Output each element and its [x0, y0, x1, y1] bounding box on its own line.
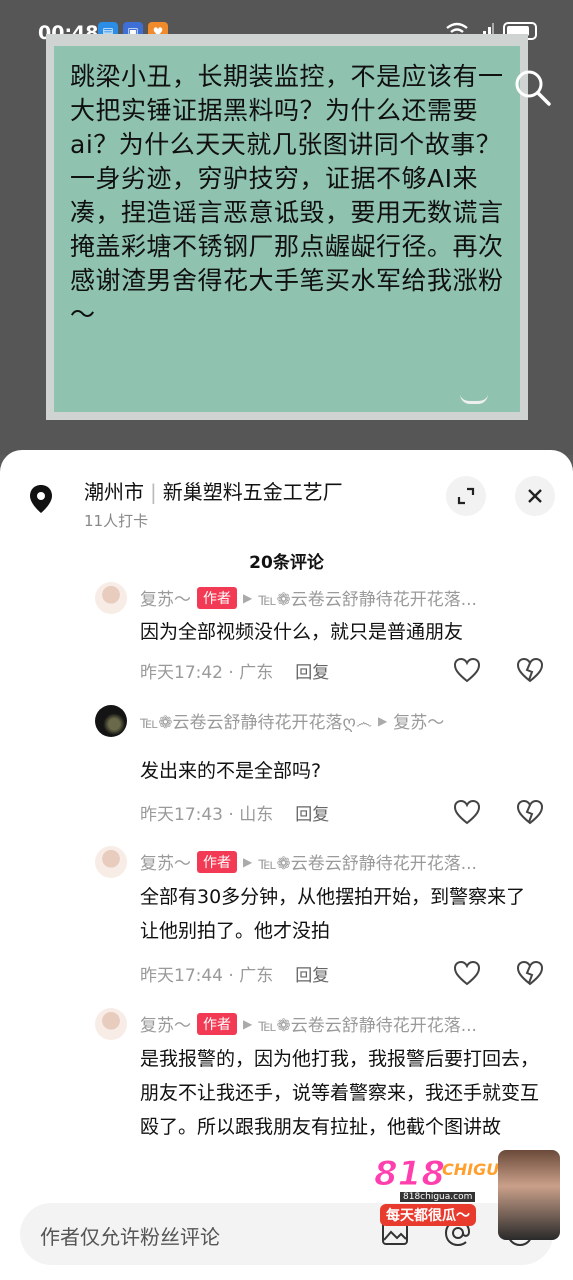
location-card[interactable]: 潮州市 | 新巢塑料五金工艺厂 11人打卡 — [22, 470, 557, 530]
dislike-icon[interactable] — [516, 657, 544, 683]
avatar[interactable] — [95, 1008, 127, 1040]
comment-meta: 昨天17:44 · 广东 回复 — [140, 961, 329, 986]
location-pin-icon — [30, 485, 52, 513]
expand-button[interactable] — [446, 476, 486, 516]
comment-author[interactable]: ℡❁云卷云舒静待花开花落ღ෴ — [140, 708, 372, 733]
author-badge: 作者 — [197, 586, 237, 609]
comment-meta: 昨天17:42 · 广东 回复 — [140, 658, 329, 683]
coffee-cup-icon — [460, 386, 488, 404]
comment-meta: 昨天17:43 · 山东 回复 — [140, 800, 329, 825]
watermark-image — [498, 1150, 560, 1240]
comment-author[interactable]: 复苏～ — [140, 1011, 191, 1036]
reply-target[interactable]: ℡❁云卷云舒静待花开花落... — [258, 1011, 477, 1036]
comment-header: ℡❁云卷云舒静待花开花落ღ෴ ▶ 复苏～ — [140, 708, 444, 733]
dislike-icon[interactable] — [516, 799, 544, 825]
like-icon[interactable] — [453, 799, 481, 825]
expand-icon — [457, 487, 475, 505]
video-player[interactable]: 00:48 ▤ ▣ ♥ 跳梁小丑，长期装监控，不是应该有一大把实锤证据黑料吗？为… — [0, 0, 573, 455]
close-icon — [528, 489, 542, 503]
author-badge: 作者 — [197, 1012, 237, 1035]
location-city: 潮州市 — [84, 480, 144, 504]
comment-text: 是我报警的，因为他打我，我报警后要打回去，朋友不让我还手，说等着警察来，我还手就… — [140, 1048, 540, 1138]
chalkboard-frame: 跳梁小丑，长期装监控，不是应该有一大把实锤证据黑料吗？为什么还需要ai？为什么天… — [46, 34, 528, 420]
reply-button[interactable]: 回复 — [295, 805, 329, 825]
author-badge: 作者 — [197, 850, 237, 873]
location-checkins: 11人打卡 — [84, 512, 149, 530]
reply-target[interactable]: ℡❁云卷云舒静待花开花落... — [258, 849, 477, 874]
comment-author[interactable]: 复苏～ — [140, 585, 191, 610]
search-icon[interactable] — [511, 66, 555, 110]
watermark-url: 818chigua.com — [400, 1192, 476, 1202]
comment-list[interactable]: 复苏～ 作者 ▶ ℡❁云卷云舒静待花开花落... 因为全部视频没什么，就只是普通… — [0, 580, 573, 1200]
like-icon[interactable] — [453, 657, 481, 683]
comment-input[interactable]: 作者仅允许粉丝评论 — [40, 1221, 220, 1250]
reply-arrow-icon: ▶ — [378, 713, 388, 728]
comment-header: 复苏～ 作者 ▶ ℡❁云卷云舒静待花开花落... — [140, 585, 477, 610]
reply-arrow-icon: ▶ — [243, 1016, 253, 1031]
location-title: 潮州市 | 新巢塑料五金工艺厂 — [84, 476, 343, 505]
reply-button[interactable]: 回复 — [295, 966, 329, 986]
comment-text: 因为全部视频没什么，就只是普通朋友 — [140, 621, 464, 643]
avatar[interactable] — [95, 582, 127, 614]
comment-time: 昨天17:42 · 广东 — [140, 663, 274, 683]
avatar[interactable] — [95, 705, 127, 737]
dislike-icon[interactable] — [516, 960, 544, 986]
reply-arrow-icon: ▶ — [243, 854, 253, 869]
reply-target[interactable]: ℡❁云卷云舒静待花开花落... — [258, 585, 477, 610]
close-button[interactable] — [515, 476, 555, 516]
reply-arrow-icon: ▶ — [243, 590, 253, 605]
comment-text: 全部有30多分钟，从他摆拍开始，到警察来了让他别拍了。他才没拍 — [140, 886, 526, 942]
reply-target[interactable]: 复苏～ — [393, 708, 444, 733]
comment-header: 复苏～ 作者 ▶ ℡❁云卷云舒静待花开花落... — [140, 1011, 477, 1036]
video-caption-text: 跳梁小丑，长期装监控，不是应该有一大把实锤证据黑料吗？为什么还需要ai？为什么天… — [70, 62, 504, 329]
comment-time: 昨天17:44 · 广东 — [140, 966, 274, 986]
watermark-logo: 818 CHIGUA 818chigua.com 每天都很瓜～ — [370, 1150, 560, 1240]
reply-button[interactable]: 回复 — [295, 663, 329, 683]
comment-text: 发出来的不是全部吗? — [140, 760, 322, 782]
like-icon[interactable] — [453, 960, 481, 986]
comment-header: 复苏～ 作者 ▶ ℡❁云卷云舒静待花开花落... — [140, 849, 477, 874]
watermark-number: 818 — [374, 1154, 446, 1195]
comment-time: 昨天17:43 · 山东 — [140, 805, 274, 825]
location-divider: | — [150, 480, 157, 504]
comment-count: 20条评论 — [249, 553, 324, 573]
avatar[interactable] — [95, 846, 127, 878]
watermark-slogan: 每天都很瓜～ — [380, 1204, 476, 1226]
location-place: 新巢塑料五金工艺厂 — [162, 480, 343, 504]
comment-author[interactable]: 复苏～ — [140, 849, 191, 874]
